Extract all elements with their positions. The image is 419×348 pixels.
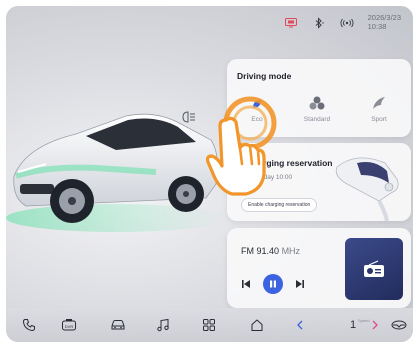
driving-mode-title: Driving mode — [237, 71, 292, 81]
signal-icon — [340, 16, 354, 30]
car-icon — [111, 320, 125, 330]
device-frame: 2026/3/23 10:38 Driving mode Eco Standar… — [0, 0, 419, 348]
radio-artwork — [345, 238, 403, 300]
pause-icon — [270, 280, 276, 288]
mode-standard-button[interactable]: Standard — [295, 89, 339, 123]
status-bar: 2026/3/23 10:38 — [284, 13, 401, 31]
headlight-icon[interactable] — [181, 110, 197, 124]
next-button[interactable] — [295, 279, 305, 289]
car-illustration — [6, 113, 226, 232]
radio-card: FM 91.40 MHz — [227, 228, 411, 308]
apps-button[interactable] — [200, 317, 218, 333]
radio-band: FM — [241, 246, 254, 256]
bluetooth-icon[interactable] — [312, 16, 326, 30]
mode-sport-label: Sport — [371, 116, 387, 123]
home-button[interactable] — [248, 317, 266, 333]
next-icon — [296, 280, 304, 288]
standard-icon — [309, 96, 325, 110]
dvr-button[interactable]: DVR — [60, 317, 78, 333]
enable-charging-button[interactable]: Enable charging reservation — [241, 198, 318, 212]
apps-icon — [203, 319, 215, 331]
radio-controls — [241, 274, 305, 294]
pause-button[interactable] — [263, 274, 283, 294]
status-clock: 2026/3/23 10:38 — [367, 13, 401, 31]
speed-decrease-button[interactable] — [291, 317, 309, 333]
phone-icon — [22, 319, 35, 332]
phone-button[interactable] — [20, 317, 38, 333]
bottom-dock: DVR 1 Speed — [6, 308, 413, 342]
sport-icon — [373, 97, 385, 109]
display-icon[interactable] — [284, 16, 298, 30]
steering-icon — [391, 320, 407, 330]
speed-value: 1 — [350, 319, 357, 331]
steering-button[interactable] — [390, 317, 408, 333]
radio-frequency: FM 91.40 MHz — [241, 246, 300, 256]
svg-text:DVR: DVR — [65, 324, 74, 329]
speed-increase-button[interactable] — [366, 317, 384, 333]
radio-frequency-unit: MHz — [281, 246, 301, 256]
radio-icon — [364, 260, 384, 277]
forward-icon — [372, 320, 378, 330]
previous-button[interactable] — [241, 279, 251, 289]
dvr-icon: DVR — [62, 319, 76, 331]
home-icon — [251, 319, 263, 331]
back-icon — [297, 320, 303, 330]
hand-pointer-icon — [205, 116, 266, 196]
car-display-screen: 2026/3/23 10:38 Driving mode Eco Standar… — [6, 6, 413, 342]
radio-frequency-value: 91.40 — [256, 246, 280, 256]
vehicle-button[interactable] — [109, 317, 127, 333]
mode-sport-button[interactable]: Sport — [357, 89, 401, 123]
music-button[interactable] — [154, 317, 172, 333]
status-time: 10:38 — [367, 21, 387, 31]
music-icon — [157, 318, 169, 332]
charger-plug-image — [335, 157, 399, 221]
previous-icon — [242, 280, 250, 288]
mode-standard-label: Standard — [303, 116, 331, 123]
